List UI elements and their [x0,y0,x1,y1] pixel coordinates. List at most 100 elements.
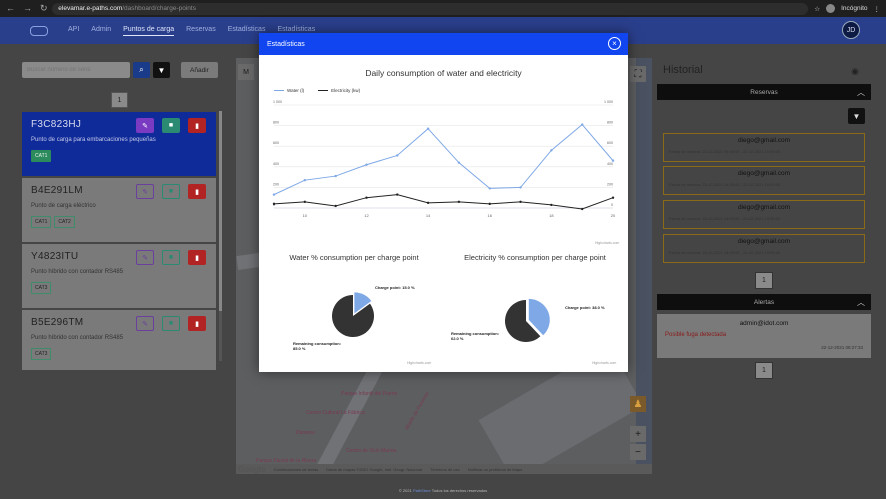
tag-badge: CAT1 [31,216,52,228]
lock-button[interactable]: ■ [162,316,180,331]
map-attribution: Google Combinaciones de teclas Datos de … [236,464,652,474]
chevron-up-icon: ︿ [857,87,865,97]
reservation-card[interactable]: diego@gmail.com Fecha de reserva: 22-12-… [663,133,865,162]
charge-point-card[interactable]: B5E296TM Punto híbrido con contador RS48… [22,310,216,370]
street-view-pegman[interactable]: ♟ [630,396,646,412]
card-description: Punto de carga eléctrico [31,203,96,209]
legend-electricity[interactable]: Electricity (kw) [318,88,360,93]
add-button[interactable]: Añadir [181,62,218,78]
list-scrollbar[interactable] [219,111,222,361]
pagination-page[interactable]: 1 [111,92,128,108]
chart-credit[interactable]: Highcharts.com [407,361,431,365]
nav-item-admin[interactable]: Admin [91,26,111,36]
data-point-electricity [365,196,368,199]
nav-item-charge-points[interactable]: Puntos de carga [123,26,175,36]
charge-point-list: F3C823HJ Punto de carga para embarcacion… [22,112,218,370]
chart-credit[interactable]: Highcharts.com [592,361,616,365]
history-panel: Historial ◉ Reservas ︿ ▼ diego@gmail.com… [657,58,871,398]
legend-electricity-label: Electricity (kw) [331,88,361,93]
avatar[interactable]: JD [842,21,860,39]
reservas-header[interactable]: Reservas ︿ [657,84,871,100]
alertas-page[interactable]: 1 [755,362,773,379]
delete-button[interactable]: ▮ [188,184,206,199]
star-icon[interactable]: ☆ [814,5,820,13]
alert-card[interactable]: admin@idot.com Posible fuga detectada 22… [657,314,871,358]
charge-point-card[interactable]: F3C823HJ Punto de carga para embarcacion… [22,112,216,176]
fullscreen-button[interactable]: ⛶ [630,66,646,82]
filter-icon: ▼ [157,65,166,75]
profile-label[interactable]: Incógnito [841,5,867,12]
chart-legend: Water (l) Electricity (kw) [274,88,360,93]
nav-item-reservas[interactable]: Reservas [186,26,216,36]
search-button[interactable]: ⌕ [133,62,150,78]
reservas-page[interactable]: 1 [755,272,773,289]
data-point-water [426,127,430,130]
delete-button[interactable]: ▮ [188,118,206,133]
map-footer-item[interactable]: Combinaciones de teclas [274,467,319,472]
data-point-electricity [580,207,584,211]
filter-icon: ▼ [852,111,861,121]
app-logo[interactable] [30,25,48,36]
filter-button[interactable]: ▼ [153,62,170,78]
edit-button[interactable]: ✎ [136,250,154,265]
chart-credit[interactable]: Highcharts.com [595,241,619,245]
line-chart-title: Daily consumption of water and electrici… [365,68,522,78]
lock-button[interactable]: ■ [162,250,180,265]
search-row: ⌕ ▼ Añadir [22,62,224,78]
charge-point-card[interactable]: Y4823ITU Punto híbrido con contador RS48… [22,244,216,308]
data-point-electricity [488,202,491,206]
eye-icon[interactable]: ◉ [851,66,859,77]
y-tick-label: 1 000 [273,100,282,104]
forward-icon[interactable]: → [23,3,32,14]
card-tags: CAT3 [31,348,207,360]
incognito-icon [826,4,836,13]
edit-button[interactable]: ✎ [136,184,154,199]
footer-brand[interactable]: PathStore [413,488,431,493]
edit-button[interactable]: ✎ [136,118,154,133]
water-pie-title: Water % consumption per charge point [289,253,419,262]
tag-badge: CAT1 [31,150,52,162]
delete-button[interactable]: ▮ [188,250,206,265]
map-type-button[interactable]: M [238,64,254,80]
card-actions: ✎ ■ ▮ [136,316,206,331]
pencil-icon: ✎ [142,254,148,262]
back-icon[interactable]: ← [6,3,15,14]
data-point-water [303,178,307,182]
zoom-out-button[interactable]: − [630,444,646,460]
pencil-icon: ✎ [142,188,148,196]
alertas-header[interactable]: Alertas ︿ [657,294,871,310]
map-footer-item[interactable]: Notificar un problema de Maps [468,467,522,472]
map-footer-item[interactable]: Términos de uso [430,467,460,472]
edit-button[interactable]: ✎ [136,316,154,331]
address-bar[interactable]: elevamar.e-paths.com/dashboard/charge-po… [52,2,809,15]
reservas-label: Reservas [750,88,778,96]
reservation-email: diego@gmail.com [737,137,791,144]
reload-icon[interactable]: ↻ [40,3,48,14]
y-tick-label-right: 1 000 [604,100,613,104]
reservation-date: Fecha de reserva: 22-12-2021 09:30:00 - … [669,149,781,154]
kebab-menu-icon[interactable]: ⋮ [874,5,881,13]
alert-message: Posible fuga detectada [665,332,727,338]
reservation-card[interactable]: diego@gmail.com Fecha de reserva: 23-12-… [663,166,865,195]
tag-badge: CAT2 [54,216,75,228]
reservation-card[interactable]: diego@gmail.com Fecha de reserva: 23-12-… [663,200,865,229]
data-point-water [611,159,615,162]
delete-button[interactable]: ▮ [188,316,206,331]
search-input[interactable] [22,62,130,78]
minus-icon: − [635,446,641,458]
nav-item-api[interactable]: API [68,26,79,36]
x-tick-label: 12 [364,213,369,218]
card-actions: ✎ ■ ▮ [136,118,206,133]
plus-icon: + [635,428,641,440]
lock-button[interactable]: ■ [162,118,180,133]
data-point-water [519,186,522,189]
charge-point-card[interactable]: B4E291LM Punto de carga eléctrico CAT1 C… [22,178,216,242]
legend-water[interactable]: Water (l) [274,88,304,93]
lock-button[interactable]: ■ [162,184,180,199]
modal-header: Estadísticas [259,33,628,55]
reservation-card[interactable]: diego@gmail.com Fecha de reserva: 24-12-… [663,234,865,263]
data-point-water [334,174,337,178]
zoom-in-button[interactable]: + [630,426,646,442]
reservas-filter-button[interactable]: ▼ [848,108,865,124]
close-icon[interactable]: × [608,37,621,50]
